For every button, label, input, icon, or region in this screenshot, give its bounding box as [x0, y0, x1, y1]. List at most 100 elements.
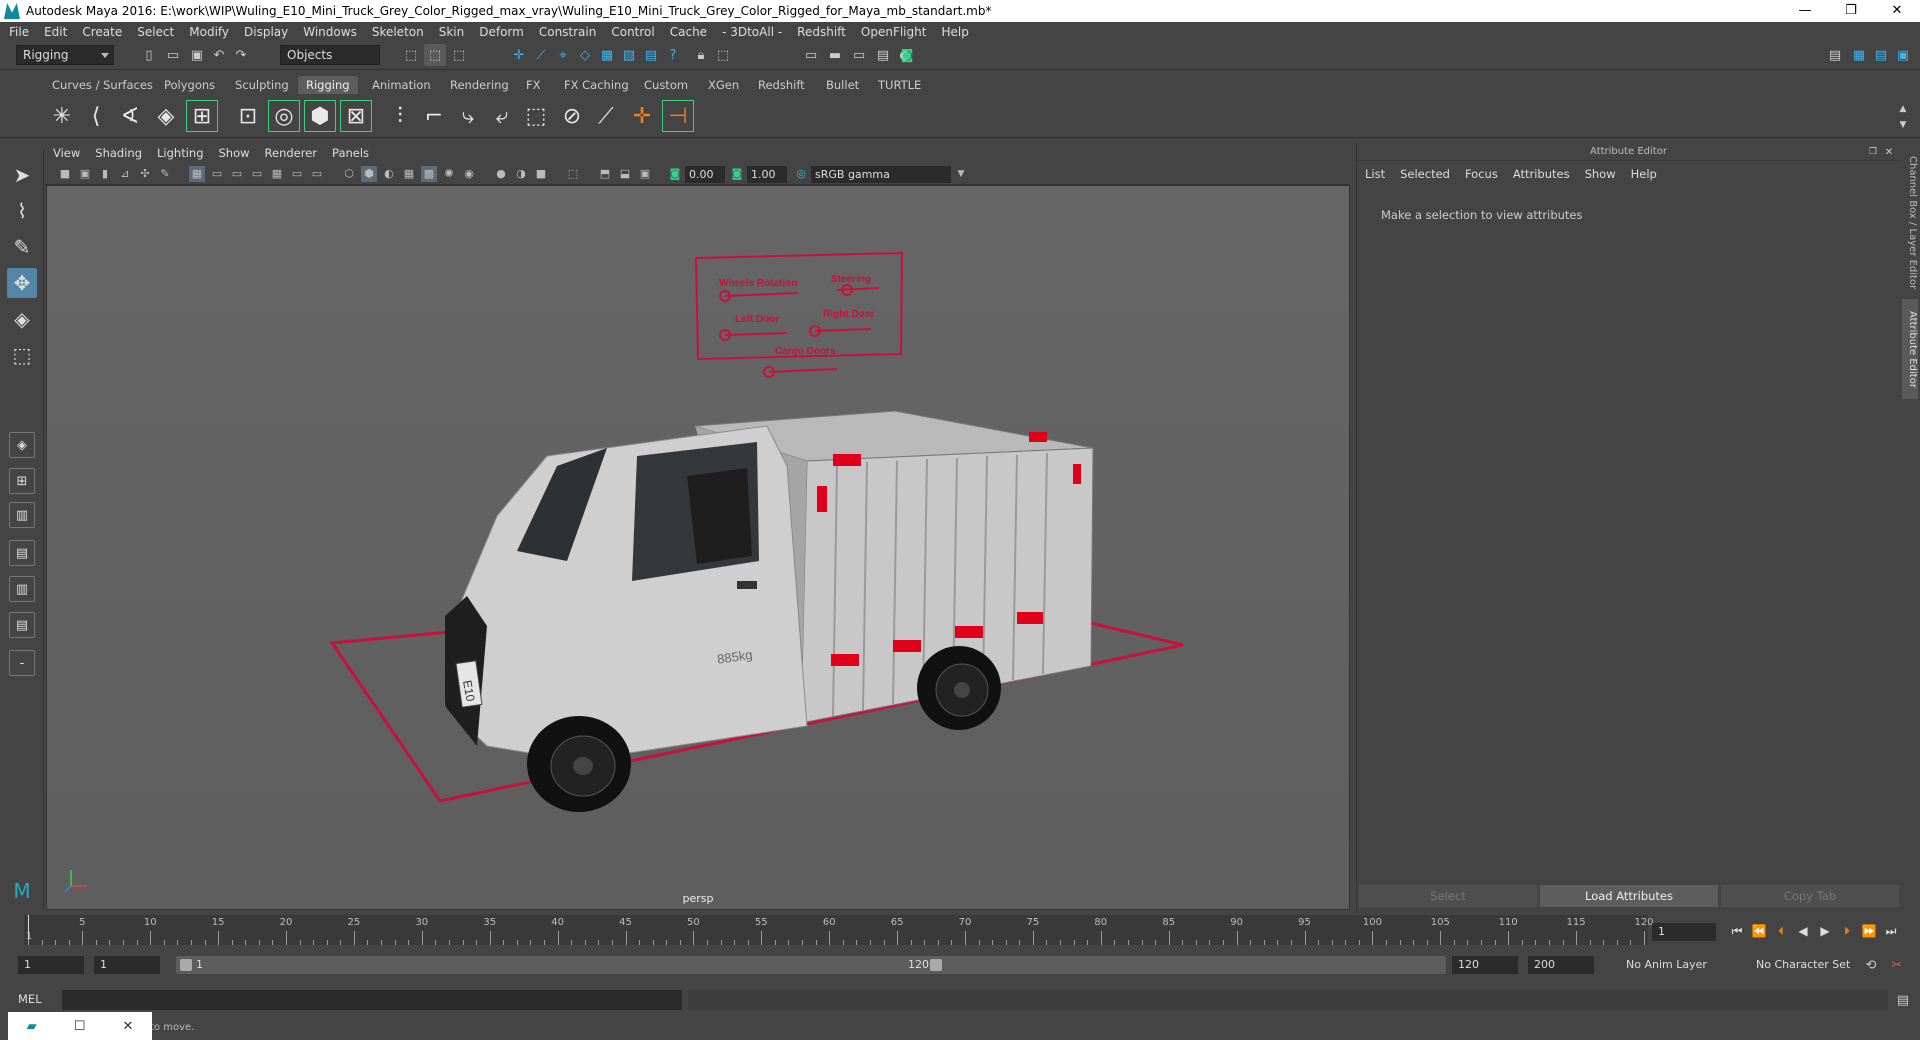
isolate-select-icon[interactable]: ⬚: [565, 166, 581, 182]
ik-spline-icon[interactable]: ∢: [114, 100, 146, 132]
menu-skin[interactable]: Skin: [439, 25, 465, 39]
ae-menu-help[interactable]: Help: [1631, 167, 1657, 181]
grease-pencil-icon[interactable]: ✎: [157, 166, 173, 182]
animation-preferences-icon[interactable]: ✂: [1886, 954, 1908, 976]
character-set-dropdown[interactable]: No Character Set: [1750, 956, 1872, 974]
animation-start-field[interactable]: 1: [18, 956, 84, 974]
snap-view-plane-icon[interactable]: ◇: [574, 44, 596, 66]
cluster-icon[interactable]: ⊠: [340, 100, 372, 132]
ae-menu-selected[interactable]: Selected: [1400, 167, 1450, 181]
paint-select-tool-icon[interactable]: ✎: [7, 232, 37, 262]
select-component-icon[interactable]: ⬚: [448, 44, 470, 66]
lock-icon[interactable]: 🔒︎: [690, 44, 712, 66]
ae-menu-show[interactable]: Show: [1585, 167, 1616, 181]
step-forward-key-icon[interactable]: ⏵: [1838, 922, 1856, 940]
selection-mode-dropdown[interactable]: Objects: [280, 45, 380, 65]
shelf-tab-redshift[interactable]: Redshift: [750, 76, 813, 94]
auto-key-icon[interactable]: ⟲: [1860, 954, 1882, 976]
viewport-menu-panels[interactable]: Panels: [332, 146, 369, 160]
safe-title-icon[interactable]: ▭: [309, 166, 325, 182]
color-management-icon[interactable]: ◎: [793, 166, 809, 182]
camera-attributes-icon[interactable]: ▣: [77, 166, 93, 182]
aim-constraint-icon[interactable]: ⬚: [520, 100, 552, 132]
film-gate-icon[interactable]: ▭: [209, 166, 225, 182]
modeling-toolkit-icon[interactable]: ▦: [1848, 44, 1870, 66]
perspective-viewport[interactable]: E10 885kg Wheels Rotation Steering Left …: [46, 185, 1350, 910]
xray-components-icon[interactable]: ▣: [637, 166, 653, 182]
view-transform-dropdown[interactable]: sRGB gamma: [811, 166, 951, 183]
menu-file[interactable]: File: [9, 25, 29, 39]
bookmark-icon[interactable]: ▮: [97, 166, 113, 182]
range-start-handle[interactable]: [180, 959, 192, 971]
snap-point-icon[interactable]: ⌖: [552, 44, 574, 66]
wireframe-on-shaded-icon[interactable]: ◐: [381, 166, 397, 182]
gamma-icon[interactable]: ◙: [729, 166, 745, 182]
resolution-gate-icon[interactable]: ▭: [229, 166, 245, 182]
viewport-menu-show[interactable]: Show: [219, 146, 250, 160]
menu-3dtoall[interactable]: - 3DtoAll -: [722, 25, 782, 39]
exposure-icon[interactable]: ◙: [667, 166, 683, 182]
float-panel-icon[interactable]: ❐: [1865, 141, 1881, 163]
xray-joints-icon[interactable]: ⬓: [617, 166, 633, 182]
point-constraint-icon[interactable]: ⌐: [418, 100, 450, 132]
camera-select-icon[interactable]: ■: [57, 166, 73, 182]
shelf-tab-fx-caching[interactable]: FX Caching: [556, 76, 637, 94]
render-frame-icon[interactable]: ◙: [896, 44, 918, 66]
wireframe-icon[interactable]: ⬡: [341, 166, 357, 182]
viewport-menu-shading[interactable]: Shading: [95, 146, 142, 160]
shelf-tab-rendering[interactable]: Rendering: [442, 76, 517, 94]
redo-icon[interactable]: ↷: [230, 44, 252, 66]
close-panel-icon[interactable]: ✕: [1881, 141, 1897, 163]
play-forwards-icon[interactable]: ▶: [1816, 922, 1834, 940]
script-editor-icon[interactable]: ▤: [1892, 989, 1914, 1011]
maximize-button[interactable]: ❐: [1828, 0, 1874, 22]
new-scene-icon[interactable]: ▯: [138, 44, 160, 66]
select-tool-icon[interactable]: ➤: [7, 160, 37, 190]
shelf-tab-xgen[interactable]: XGen: [700, 76, 747, 94]
playback-start-field[interactable]: 1: [94, 956, 160, 974]
play-backwards-icon[interactable]: ◀: [1794, 922, 1812, 940]
ae-select-button[interactable]: Select: [1359, 885, 1537, 907]
minimize-button[interactable]: —: [1782, 0, 1828, 22]
persp-uv-layout-icon[interactable]: ▤: [9, 612, 35, 638]
insert-joint-icon[interactable]: ◈: [150, 100, 182, 132]
command-language-toggle[interactable]: MEL: [18, 992, 42, 1006]
range-slider-bar[interactable]: 1 120: [176, 956, 1446, 974]
menu-skeleton[interactable]: Skeleton: [372, 25, 424, 39]
pole-vector-icon[interactable]: ⊘: [556, 100, 588, 132]
question-icon[interactable]: ?: [662, 44, 684, 66]
textured-icon[interactable]: ▦: [401, 166, 417, 182]
shelf-tab-bullet[interactable]: Bullet: [818, 76, 867, 94]
xray-icon[interactable]: ⬒: [597, 166, 613, 182]
viewport-menu-lighting[interactable]: Lighting: [157, 146, 203, 160]
shelf-tab-turtle[interactable]: TURTLE: [870, 76, 929, 94]
menu-modify[interactable]: Modify: [189, 25, 229, 39]
current-frame-field[interactable]: 1: [1652, 923, 1716, 941]
rig-control-panel[interactable]: Wheels Rotation Steering Left Door Right…: [694, 251, 904, 378]
shelf-tab-sculpting[interactable]: Sculpting: [227, 76, 297, 94]
menu-redshift[interactable]: Redshift: [797, 25, 846, 39]
scale-constraint-icon[interactable]: ⤶: [486, 100, 518, 132]
ik-handle-icon[interactable]: ⟨: [80, 100, 112, 132]
ae-menu-list[interactable]: List: [1365, 167, 1385, 181]
shelf-scroll-down-icon[interactable]: ▼: [1892, 114, 1914, 136]
playback-end-field[interactable]: 120: [1452, 956, 1518, 974]
go-to-end-icon[interactable]: ⏭: [1882, 922, 1900, 940]
select-object-icon[interactable]: ⬚: [424, 44, 446, 66]
menu-help[interactable]: Help: [941, 25, 968, 39]
snap-grid-icon[interactable]: ✛: [508, 44, 530, 66]
menu-windows[interactable]: Windows: [303, 25, 357, 39]
use-all-lights-icon[interactable]: ▩: [421, 166, 437, 182]
persp-graph-layout-icon[interactable]: ▤: [9, 540, 35, 566]
open-scene-icon[interactable]: ▭: [162, 44, 184, 66]
command-input[interactable]: [62, 990, 682, 1010]
range-end-handle[interactable]: [930, 959, 942, 971]
move-tool-icon[interactable]: ✥: [7, 268, 37, 298]
animation-end-field[interactable]: 200: [1528, 956, 1594, 974]
channel-box-icon[interactable]: ▤: [1870, 44, 1892, 66]
maya-taskbar-icon[interactable]: ▰: [27, 1019, 37, 1034]
ae-menu-focus[interactable]: Focus: [1465, 167, 1498, 181]
anim-layer-dropdown[interactable]: No Anim Layer: [1620, 956, 1742, 974]
select-hierarchy-icon[interactable]: ⬚: [400, 44, 422, 66]
parent-constraint-icon[interactable]: ⫶: [384, 100, 416, 132]
